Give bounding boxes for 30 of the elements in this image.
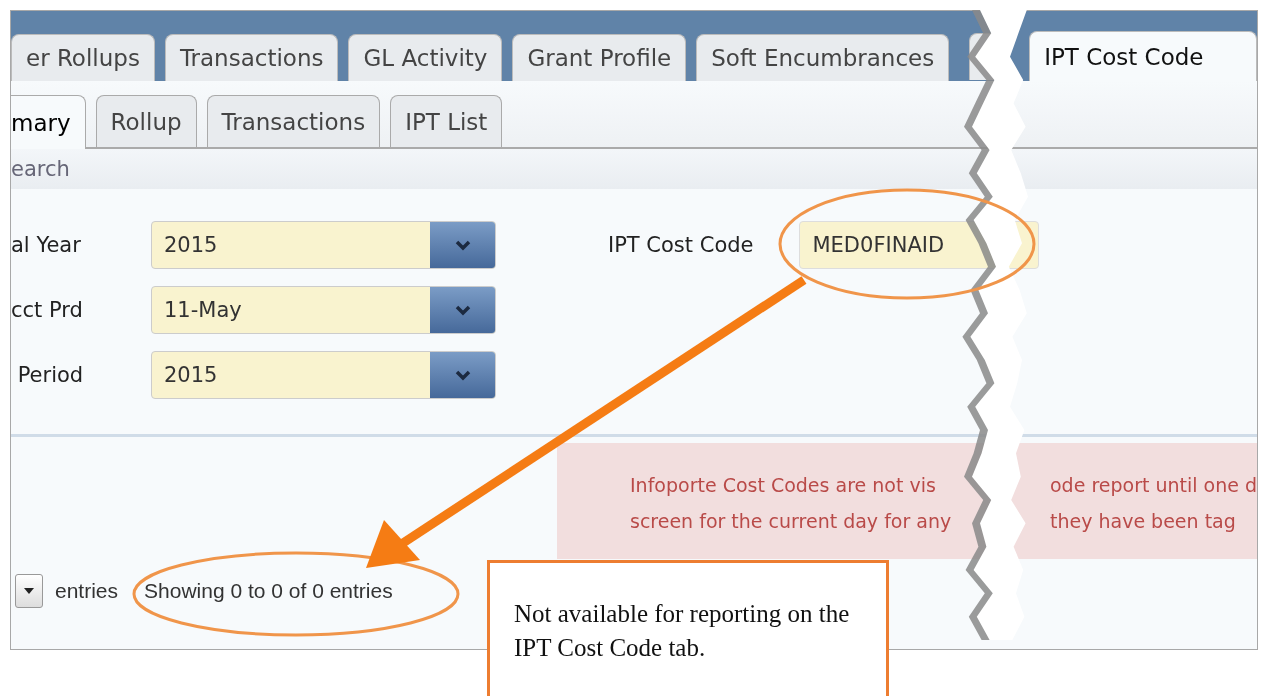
select-field[interactable]: 2015: [151, 221, 496, 269]
field-label: IPT Cost Code: [608, 233, 754, 257]
callout-note: Not available for reporting on the IPT Cost Code tab.: [487, 560, 889, 696]
chevron-down-icon: [454, 369, 471, 381]
tab[interactable]: IPT List: [390, 95, 503, 147]
tab[interactable]: IPT Cost Code: [1029, 31, 1257, 81]
field-label: al Year: [11, 233, 82, 257]
tab[interactable]: Grant Profile: [512, 34, 687, 81]
tab[interactable]: Rollup: [95, 95, 197, 147]
alert-text: they have been tag: [1050, 509, 1237, 534]
tab[interactable]: mary: [11, 95, 86, 149]
section-title: earch: [11, 157, 70, 181]
tab[interactable]: Transactions: [206, 95, 381, 147]
tab[interactable]: Soft Encumbrances: [696, 34, 950, 81]
field-label: Period: [16, 363, 85, 387]
entries-label: entries: [55, 579, 119, 603]
tab[interactable]: Transactions: [164, 34, 339, 81]
field-label: cct Prd: [11, 298, 84, 322]
tab[interactable]: er Rollups: [11, 34, 155, 81]
tab[interactable]: GL Activity: [348, 34, 503, 81]
alert-text: Infoporte Cost Codes are not vis: [630, 473, 937, 498]
caret-icon: [24, 588, 34, 594]
table-info: Showing 0 to 0 of 0 entries: [144, 579, 393, 603]
dropdown-button[interactable]: [15, 574, 43, 608]
alert-text: ode report until one d: [1050, 473, 1257, 498]
chevron-down-icon: [454, 239, 471, 251]
alert-text: screen for the current day for any: [630, 509, 953, 534]
select-field[interactable]: 2015: [151, 351, 496, 399]
chevron-down-icon: [454, 304, 471, 316]
select-field[interactable]: 11-May: [151, 286, 496, 334]
